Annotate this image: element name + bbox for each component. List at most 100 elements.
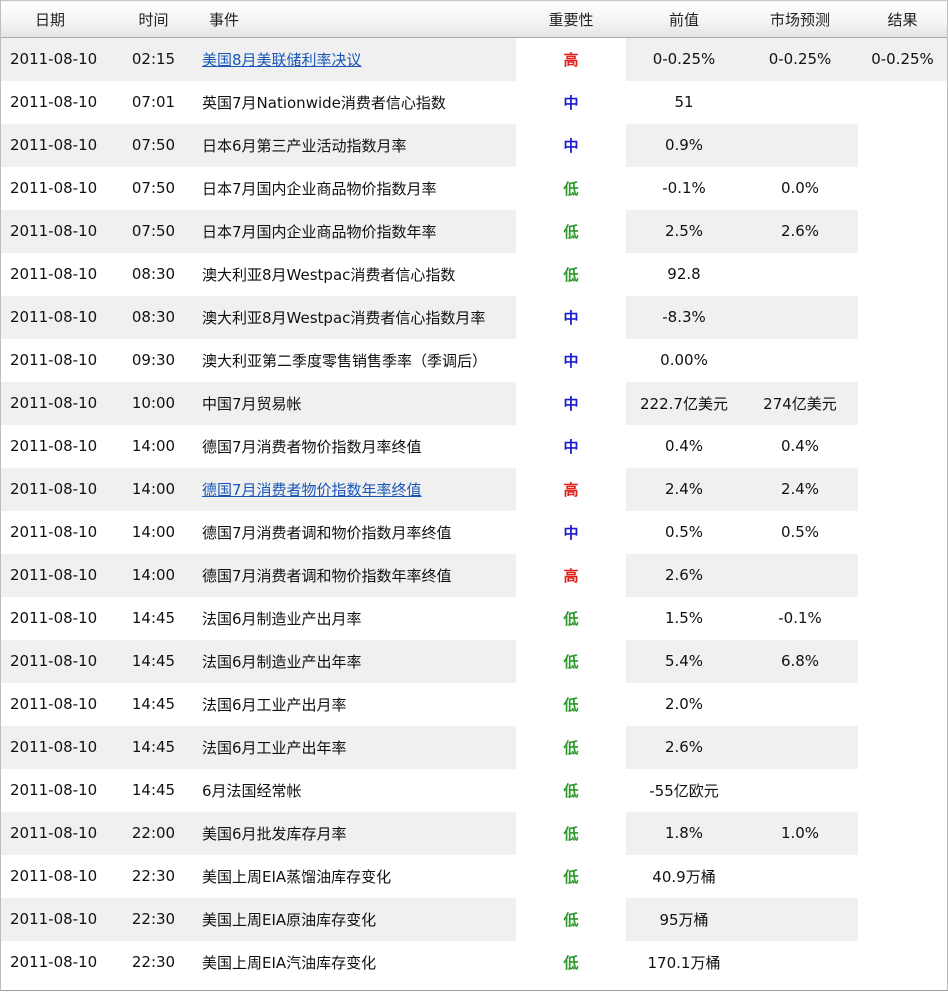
cell-date: 2011-08-10	[1, 811, 111, 855]
cell-importance: 中	[563, 394, 579, 413]
column-header-previous[interactable]: 前值	[626, 0, 742, 38]
cell-result	[858, 210, 947, 253]
cell-event: 德国7月消费者调和物价指数月率终值	[196, 511, 516, 554]
cell-importance: 低	[563, 609, 579, 628]
table-row: 2011-08-10 14:45 法国6月工业产出月率 低 2.0%	[1, 683, 947, 726]
cell-date: 2011-08-10	[1, 897, 111, 941]
cell-importance: 高	[563, 480, 579, 499]
cell-importance: 低	[563, 953, 579, 972]
cell-previous: 2.5%	[626, 209, 742, 253]
table-row: 2011-08-10 08:30 澳大利亚8月Westpac消费者信心指数 低 92.8	[1, 253, 947, 296]
cell-event: 英国7月Nationwide消费者信心指数	[196, 81, 516, 124]
cell-previous: 0-0.25%	[626, 37, 742, 81]
cell-importance: 中	[563, 437, 579, 456]
event-name: 中国7月贸易帐	[202, 394, 302, 413]
cell-result	[858, 425, 947, 468]
cell-previous: -0.1%	[662, 179, 706, 197]
cell-result	[858, 554, 947, 597]
cell-previous: 0.5%	[664, 523, 704, 541]
cell-result	[858, 597, 947, 640]
cell-previous: 5.4%	[626, 639, 742, 683]
cell-forecast	[742, 897, 858, 941]
cell-result	[858, 812, 947, 855]
cell-time: 08:30	[131, 265, 176, 283]
cell-date: 2011-08-10	[10, 437, 98, 455]
cell-result	[858, 339, 947, 382]
cell-date: 2011-08-10	[1, 381, 111, 425]
cell-result	[858, 769, 947, 812]
cell-result	[858, 640, 947, 683]
cell-event: 中国7月贸易帐	[196, 381, 516, 425]
table-row: 2011-08-10 14:00 德国7月消费者物价指数年率终值 高 2.4% 2.4%	[1, 467, 947, 511]
cell-result	[858, 382, 947, 425]
cell-importance: 低	[563, 695, 579, 714]
column-header-forecast[interactable]: 市场预测	[742, 0, 858, 38]
event-name: 法国6月制造业产出月率	[202, 609, 362, 628]
cell-time: 07:50	[111, 209, 196, 253]
table-row: 2011-08-10 14:45 6月法国经常帐 低 -55亿欧元	[1, 769, 947, 812]
column-header-time[interactable]: 时间	[111, 0, 196, 38]
cell-importance: 低	[563, 222, 579, 241]
event-name: 法国6月制造业产出年率	[202, 652, 362, 671]
cell-previous: 0.00%	[660, 351, 708, 369]
cell-forecast: 1.0%	[742, 811, 858, 855]
cell-importance: 中	[563, 351, 579, 370]
cell-previous: 1.5%	[664, 609, 704, 627]
cell-time: 08:30	[111, 295, 196, 339]
cell-time: 14:45	[131, 781, 176, 799]
cell-date: 2011-08-10	[10, 93, 98, 111]
cell-result	[858, 468, 947, 511]
cell-time: 22:00	[111, 811, 196, 855]
cell-result	[858, 898, 947, 941]
cell-event: 日本7月国内企业商品物价指数年率	[196, 209, 516, 253]
cell-result: 0-0.25%	[858, 37, 947, 81]
cell-time: 14:00	[131, 437, 176, 455]
event-name: 法国6月工业产出月率	[202, 695, 347, 714]
cell-time: 22:30	[131, 867, 176, 885]
event-link[interactable]: 德国7月消费者物价指数年率终值	[202, 481, 422, 499]
cell-event: 日本7月国内企业商品物价指数月率	[196, 167, 516, 210]
table-row: 2011-08-10 09:30 澳大利亚第二季度零售销售季率（季调后） 中 0.00%	[1, 339, 947, 382]
table-row: 2011-08-10 14:00 德国7月消费者调和物价指数月率终值 中 0.5% 0.5…	[1, 511, 947, 554]
cell-date: 2011-08-10	[1, 553, 111, 597]
cell-importance: 低	[563, 824, 579, 843]
column-header-event[interactable]: 事件	[196, 0, 516, 38]
cell-time: 10:00	[111, 381, 196, 425]
cell-forecast: 0-0.25%	[742, 37, 858, 81]
event-name: 6月法国经常帐	[202, 781, 302, 800]
cell-time: 22:30	[131, 953, 176, 971]
cell-time: 07:50	[111, 123, 196, 167]
table-header-row: 日期 时间 事件 重要性 前值 市场预测 结果	[1, 0, 947, 38]
column-header-result[interactable]: 结果	[858, 0, 947, 38]
event-name: 法国6月工业产出年率	[202, 738, 347, 757]
cell-forecast	[742, 81, 858, 124]
event-name: 德国7月消费者物价指数月率终值	[202, 437, 422, 456]
cell-forecast	[742, 123, 858, 167]
table-row: 2011-08-10 07:50 日本7月国内企业商品物价指数月率 低 -0.1% 0.0…	[1, 167, 947, 210]
cell-forecast	[742, 295, 858, 339]
table-row: 2011-08-10 14:00 德国7月消费者调和物价指数年率终值 高 2.6%	[1, 553, 947, 597]
event-link[interactable]: 美国8月美联储利率决议	[202, 51, 362, 69]
cell-event: 日本6月第三产业活动指数月率	[196, 123, 516, 167]
cell-time: 07:01	[131, 93, 176, 111]
cell-date: 2011-08-10	[10, 523, 98, 541]
cell-date: 2011-08-10	[1, 37, 111, 81]
cell-forecast: 2.4%	[742, 467, 858, 511]
event-name: 美国上周EIA原油库存变化	[202, 910, 377, 929]
cell-date: 2011-08-10	[10, 781, 98, 799]
cell-previous: 2.4%	[626, 467, 742, 511]
column-header-date[interactable]: 日期	[1, 0, 111, 38]
cell-event: 美国6月批发库存月率	[196, 811, 516, 855]
cell-importance: 中	[563, 523, 579, 542]
cell-importance: 中	[563, 136, 579, 155]
cell-forecast	[742, 855, 858, 898]
cell-date: 2011-08-10	[10, 179, 98, 197]
column-header-importance[interactable]: 重要性	[516, 0, 626, 38]
event-name: 日本7月国内企业商品物价指数年率	[202, 222, 437, 241]
cell-date: 2011-08-10	[1, 725, 111, 769]
cell-forecast	[742, 253, 858, 296]
cell-event: 法国6月工业产出月率	[196, 683, 516, 726]
table-row: 2011-08-10 08:30 澳大利亚8月Westpac消费者信心指数月率 中 -8…	[1, 295, 947, 339]
cell-forecast: 6.8%	[742, 639, 858, 683]
cell-previous: 40.9万桶	[652, 867, 716, 886]
